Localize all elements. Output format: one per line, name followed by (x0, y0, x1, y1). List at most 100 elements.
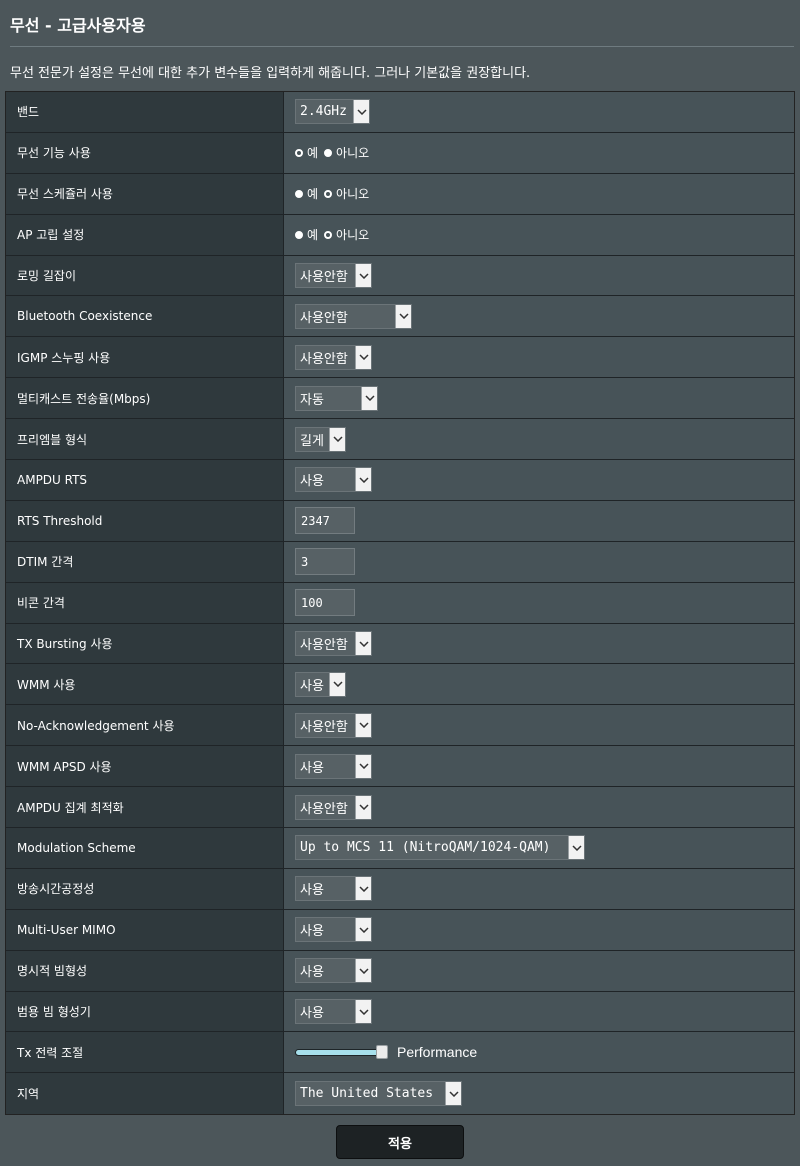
wireless-scheduler-no-label: 아니오 (336, 187, 370, 202)
chevron-down-icon (355, 959, 371, 983)
tx-bursting-select[interactable]: 사용안함 (295, 631, 372, 657)
region-value: The United States (300, 1086, 434, 1102)
roaming-assistant-label: 로밍 길잡이 (6, 255, 284, 296)
band-select-value: 2.4GHz (300, 104, 347, 120)
airtime-fairness-select[interactable]: 사용 (295, 876, 372, 902)
radio-unchecked-icon (324, 148, 333, 157)
band-label: 밴드 (6, 92, 284, 132)
ampdu-aggregation-label: AMPDU 집계 최적화 (6, 787, 284, 828)
region-label: 지역 (6, 1073, 284, 1115)
radio-checked-icon (324, 230, 333, 239)
bluetooth-coexistence-value: 사용안함 (300, 310, 348, 326)
chevron-down-icon (355, 468, 371, 492)
tx-bursting-value: 사용안함 (300, 638, 348, 654)
chevron-down-icon (568, 836, 584, 860)
row-ampdu-aggregation: AMPDU 집계 최적화 사용안함 (6, 787, 794, 829)
preamble-type-label: 프리엠블 형식 (6, 419, 284, 460)
modulation-scheme-label: Modulation Scheme (6, 828, 284, 868)
row-mu-mimo: Multi-User MIMO 사용 (6, 909, 794, 951)
band-select[interactable]: 2.4GHz (295, 99, 370, 125)
mu-mimo-select[interactable]: 사용 (295, 917, 372, 943)
region-select[interactable]: The United States (295, 1081, 462, 1107)
chevron-down-icon (329, 672, 345, 696)
no-ack-value: 사용안함 (300, 719, 348, 735)
tx-power-slider-fill (296, 1049, 382, 1055)
explicit-beamforming-select[interactable]: 사용 (295, 958, 372, 984)
row-multicast-rate: 멀티캐스트 전송율(Mbps) 자동 (6, 378, 794, 420)
radio-checked-icon (324, 189, 333, 198)
ap-isolation-yes[interactable]: 예 (295, 226, 318, 243)
no-ack-select[interactable]: 사용안함 (295, 712, 372, 738)
ap-isolation-no[interactable]: 아니오 (324, 226, 369, 243)
wmm-value: 사용 (300, 678, 324, 694)
roaming-assistant-value: 사용안함 (300, 270, 348, 285)
igmp-snooping-label: IGMP 스누핑 사용 (6, 337, 284, 378)
preamble-type-select[interactable]: 길게 (295, 426, 346, 452)
explicit-beamforming-value: 사용 (300, 965, 324, 981)
wireless-scheduler-group: 예 아니오 (295, 185, 375, 202)
chevron-down-icon (355, 918, 371, 942)
row-universal-beamforming: 범용 빔 형성기 사용 (6, 991, 794, 1033)
beacon-interval-input[interactable] (295, 589, 355, 617)
wmm-select[interactable]: 사용 (295, 671, 346, 697)
ampdu-aggregation-value: 사용안함 (300, 801, 348, 817)
wmm-apsd-label: WMM APSD 사용 (6, 746, 284, 787)
row-roaming-assistant: 로밍 길잡이 사용안함 (6, 255, 794, 297)
chevron-down-icon (329, 427, 345, 451)
preamble-type-value: 길게 (300, 433, 324, 449)
beacon-interval-label: 비콘 간격 (6, 582, 284, 623)
wireless-scheduler-label: 무선 스케쥴러 사용 (6, 173, 284, 214)
multicast-rate-label: 멀티캐스트 전송율(Mbps) (6, 378, 284, 419)
explicit-beamforming-label: 명시적 빔형성 (6, 950, 284, 991)
enable-radio-label: 무선 기능 사용 (6, 132, 284, 173)
title-divider (10, 46, 794, 47)
tx-bursting-label: TX Bursting 사용 (6, 623, 284, 664)
apply-button[interactable]: 적용 (336, 1125, 464, 1159)
chevron-down-icon (355, 877, 371, 901)
wmm-apsd-select[interactable]: 사용 (295, 753, 372, 779)
row-airtime-fairness: 방송시간공정성 사용 (6, 868, 794, 910)
bluetooth-coexistence-select[interactable]: 사용안함 (295, 303, 412, 329)
bluetooth-coexistence-label: Bluetooth Coexistence (6, 296, 284, 337)
universal-beamforming-value: 사용 (300, 1006, 324, 1022)
row-wmm: WMM 사용 사용 (6, 664, 794, 706)
enable-radio-group: 예 아니오 (295, 144, 375, 161)
airtime-fairness-value: 사용 (300, 883, 324, 899)
multicast-rate-select[interactable]: 자동 (295, 385, 378, 411)
row-beacon-interval: 비콘 간격 (6, 582, 794, 624)
row-preamble-type: 프리엠블 형식 길게 (6, 419, 794, 461)
dtim-interval-input[interactable] (295, 548, 355, 576)
radio-unchecked-icon (295, 230, 303, 239)
universal-beamforming-label: 범용 빔 형성기 (6, 991, 284, 1032)
chevron-down-icon (355, 795, 371, 819)
igmp-snooping-select[interactable]: 사용안함 (295, 344, 372, 370)
chevron-down-icon (361, 386, 377, 410)
row-igmp-snooping: IGMP 스누핑 사용 사용안함 (6, 337, 794, 379)
universal-beamforming-select[interactable]: 사용 (295, 999, 372, 1025)
ampdu-rts-value: 사용 (300, 474, 324, 490)
ampdu-rts-select[interactable]: 사용 (295, 467, 372, 493)
mu-mimo-label: Multi-User MIMO (6, 909, 284, 950)
ampdu-rts-label: AMPDU RTS (6, 460, 284, 500)
row-tx-power: Tx 전력 조절 Performance (6, 1032, 794, 1074)
row-wireless-scheduler: 무선 스케쥴러 사용 예 아니오 (6, 173, 794, 215)
tx-power-slider-thumb[interactable] (376, 1044, 388, 1059)
roaming-assistant-select[interactable]: 사용안함 (295, 263, 372, 288)
modulation-scheme-select[interactable]: Up to MCS 11 (NitroQAM/1024-QAM) (295, 835, 585, 861)
enable-radio-no[interactable]: 아니오 (324, 144, 369, 161)
chevron-down-icon (445, 1082, 461, 1106)
wmm-apsd-value: 사용 (300, 760, 324, 776)
enable-radio-yes[interactable]: 예 (295, 144, 318, 161)
chevron-down-icon (355, 632, 371, 656)
wireless-scheduler-no[interactable]: 아니오 (324, 185, 369, 202)
multicast-rate-value: 자동 (300, 392, 324, 408)
page-title: 무선 - 고급사용자용 (10, 16, 146, 35)
page-description: 무선 전문가 설정은 무선에 대한 추가 변수들을 입력하게 해줍니다. 그러나… (10, 66, 531, 81)
ap-isolation-group: 예 아니오 (295, 226, 375, 243)
ampdu-aggregation-select[interactable]: 사용안함 (295, 794, 372, 820)
wmm-label: WMM 사용 (6, 664, 284, 705)
wireless-scheduler-yes[interactable]: 예 (295, 185, 318, 202)
tx-power-slider[interactable] (295, 1044, 388, 1059)
rts-threshold-input[interactable] (295, 507, 355, 535)
row-ap-isolation: AP 고립 설정 예 아니오 (6, 214, 794, 256)
